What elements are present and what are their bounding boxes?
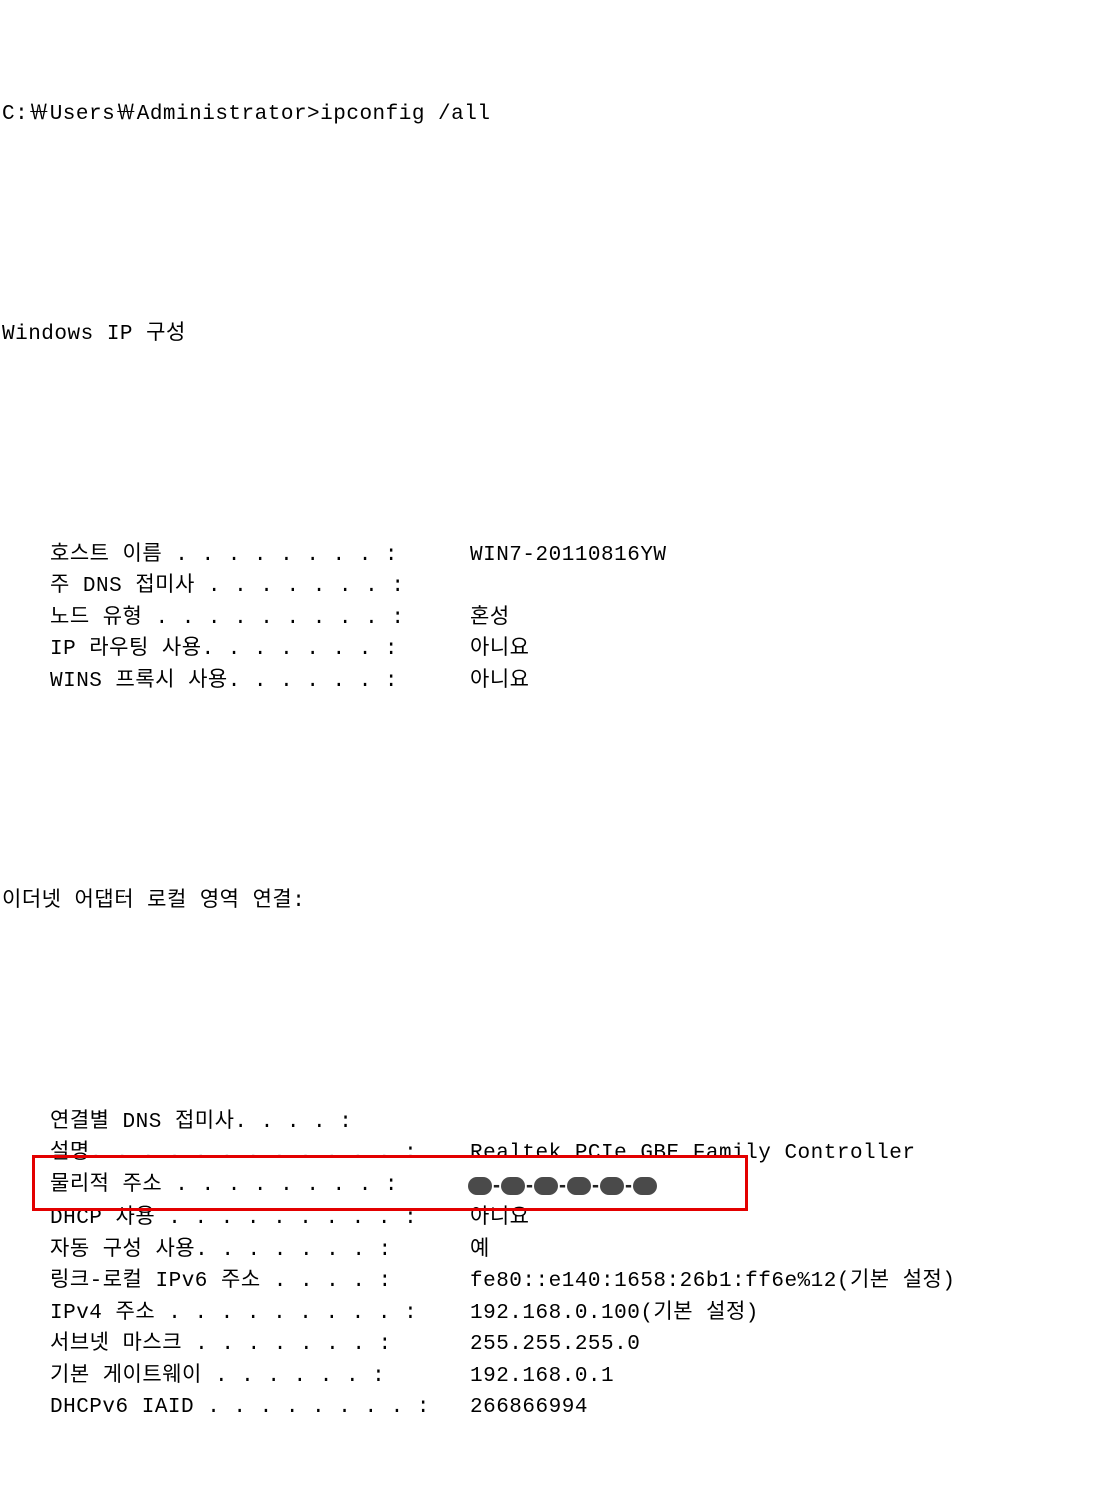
blank-line <box>2 792 1100 824</box>
output-row: 기본 게이트웨이 . . . . . . : 192.168.0.1 <box>2 1361 1100 1393</box>
output-row: DHCPv6 IAID . . . . . . . . : 266866994 <box>2 1392 1100 1424</box>
output-label: 설명. . . . . . . . . . . . : <box>50 1138 470 1170</box>
output-value: 예 <box>470 1235 1100 1267</box>
output-value: 아니요 <box>470 666 1100 698</box>
output-row: 물리적 주소 . . . . . . . . : ----- <box>2 1170 1100 1204</box>
output-value: WIN7-20110816YW <box>470 540 1100 572</box>
output-row: 링크-로컬 IPv6 주소 . . . . : fe80::e140:1658:… <box>2 1266 1100 1298</box>
output-value: 혼성 <box>470 603 1100 635</box>
output-row: DHCP 사용 . . . . . . . . . : 아니요 <box>2 1203 1100 1235</box>
output-value <box>470 1107 1100 1139</box>
output-value: 192.168.0.100(기본 설정) <box>470 1298 1100 1330</box>
adapter-block: 연결별 DNS 접미사. . . . :설명. . . . . . . . . … <box>2 1107 1100 1424</box>
output-value: 255.255.255.0 <box>470 1329 1100 1361</box>
output-label: 연결별 DNS 접미사. . . . : <box>50 1107 470 1139</box>
output-value: 아니요 <box>470 634 1100 666</box>
output-row: 주 DNS 접미사 . . . . . . . : <box>2 571 1100 603</box>
output-value: 아니요 <box>470 1203 1100 1235</box>
output-value: fe80::e140:1658:26b1:ff6e%12(기본 설정) <box>470 1266 1100 1298</box>
output-label: 서브넷 마스크 . . . . . . . : <box>50 1329 470 1361</box>
output-label: DHCP 사용 . . . . . . . . . : <box>50 1203 470 1235</box>
blank-line <box>2 414 1100 446</box>
output-value <box>470 571 1100 603</box>
output-label: WINS 프록시 사용. . . . . . : <box>50 666 470 698</box>
output-row: 호스트 이름 . . . . . . . . : WIN7-20110816YW <box>2 540 1100 572</box>
output-row: WINS 프록시 사용. . . . . . : 아니요 <box>2 666 1100 698</box>
blank-line <box>2 193 1100 225</box>
output-value: 266866994 <box>470 1392 1100 1424</box>
output-row: 연결별 DNS 접미사. . . . : <box>2 1107 1100 1139</box>
output-label: 물리적 주소 . . . . . . . . : <box>50 1170 470 1204</box>
output-label: 노드 유형 . . . . . . . . . : <box>50 603 470 635</box>
output-value: 192.168.0.1 <box>470 1361 1100 1393</box>
output-label: DHCPv6 IAID . . . . . . . . : <box>50 1392 470 1424</box>
output-label: 링크-로컬 IPv6 주소 . . . . : <box>50 1266 470 1298</box>
command-prompt-line: C:￦Users￦Administrator>ipconfig /all <box>2 99 1100 131</box>
output-label: 자동 구성 사용. . . . . . . : <box>50 1235 470 1267</box>
section-header-ip-config: Windows IP 구성 <box>2 319 1100 351</box>
output-label: IPv4 주소 . . . . . . . . . : <box>50 1298 470 1330</box>
blank-line <box>2 981 1100 1013</box>
output-value: Realtek PCIe GBE Family Controller <box>470 1138 1100 1170</box>
output-row: 설명. . . . . . . . . . . . : Realtek PCIe… <box>2 1138 1100 1170</box>
output-value-redacted: ----- <box>470 1170 1100 1204</box>
output-row: IP 라우팅 사용. . . . . . . : 아니요 <box>2 634 1100 666</box>
output-row: 서브넷 마스크 . . . . . . . : 255.255.255.0 <box>2 1329 1100 1361</box>
output-label: 기본 게이트웨이 . . . . . . : <box>50 1361 470 1393</box>
ip-config-block: 호스트 이름 . . . . . . . . : WIN7-20110816YW… <box>2 540 1100 698</box>
output-label: IP 라우팅 사용. . . . . . . : <box>50 634 470 666</box>
output-row: 노드 유형 . . . . . . . . . : 혼성 <box>2 603 1100 635</box>
output-label: 주 DNS 접미사 . . . . . . . : <box>50 571 470 603</box>
output-row: IPv4 주소 . . . . . . . . . : 192.168.0.10… <box>2 1298 1100 1330</box>
output-label: 호스트 이름 . . . . . . . . : <box>50 540 470 572</box>
terminal-output: C:￦Users￦Administrator>ipconfig /all Win… <box>0 0 1102 1491</box>
section-header-adapter: 이더넷 어댑터 로컬 영역 연결: <box>2 886 1100 918</box>
output-row: 자동 구성 사용. . . . . . . : 예 <box>2 1235 1100 1267</box>
